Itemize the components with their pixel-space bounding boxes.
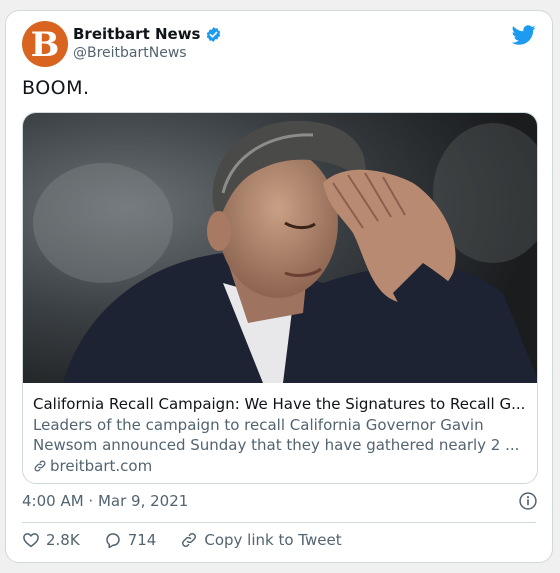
copy-link-label: Copy link to Tweet: [204, 531, 342, 549]
tweet-actions: 2.8K 714 Copy link to Tweet: [22, 531, 366, 549]
reply-icon: [105, 533, 120, 549]
author-display-name[interactable]: Breitbart News: [73, 25, 200, 43]
verified-badge-icon: [207, 26, 221, 42]
reply-button[interactable]: 714: [104, 531, 157, 549]
copy-link-button[interactable]: Copy link to Tweet: [180, 531, 342, 549]
reply-count: 714: [127, 531, 157, 549]
link-card-domain-text: breitbart.com: [50, 457, 153, 475]
divider: [22, 522, 536, 523]
like-count: 2.8K: [46, 531, 80, 549]
link-card-description-line: Newsom announced Sunday that they have g…: [33, 436, 520, 454]
link-icon: [34, 460, 46, 472]
author-name-row: Breitbart News: [73, 25, 222, 43]
heart-icon: [23, 533, 39, 548]
avatar[interactable]: B: [22, 21, 68, 67]
tweet-card: B Breitbart News @BreitbartNews BOOM. Ca…: [5, 10, 553, 563]
tweet-text: BOOM.: [22, 77, 90, 99]
link-card-description: Leaders of the campaign to recall Califo…: [33, 415, 529, 455]
link-card-description-line: Leaders of the campaign to recall Califo…: [33, 416, 484, 434]
avatar-letter: B: [30, 25, 60, 65]
link-preview-card[interactable]: California Recall Campaign: We Have the …: [22, 112, 538, 484]
link-icon: [182, 532, 197, 548]
author-handle[interactable]: @BreitbartNews: [73, 45, 187, 61]
tweet-timestamp[interactable]: 4:00 AM · Mar 9, 2021: [22, 492, 188, 510]
article-photo: [23, 113, 537, 383]
link-card-domain: breitbart.com: [33, 457, 152, 475]
twitter-bird-icon[interactable]: [512, 23, 536, 47]
info-icon[interactable]: [518, 491, 538, 511]
like-button[interactable]: 2.8K: [22, 531, 80, 549]
link-card-title: California Recall Campaign: We Have the …: [33, 395, 526, 413]
